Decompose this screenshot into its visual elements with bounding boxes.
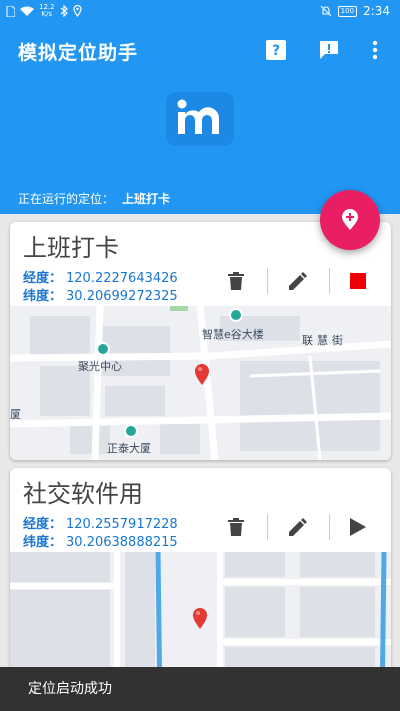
help-icon: ?	[266, 40, 286, 60]
delete-button[interactable]	[211, 266, 261, 296]
delete-button[interactable]	[211, 512, 261, 542]
latitude-label: 纬度：	[23, 535, 63, 550]
card-actions	[211, 266, 391, 296]
longitude-value: 120.2557917228	[66, 517, 178, 532]
longitude-label: 经度：	[23, 517, 63, 532]
stop-button[interactable]	[333, 266, 383, 296]
divider	[267, 268, 268, 294]
edit-button[interactable]	[273, 266, 323, 296]
running-location: 正在运行的定位： 上班打卡	[18, 190, 170, 207]
feedback-icon	[320, 41, 338, 59]
feedback-button[interactable]	[317, 38, 341, 62]
card-actions	[211, 512, 391, 542]
edit-button[interactable]	[273, 512, 323, 542]
longitude-label: 经度：	[23, 271, 63, 286]
toast-message: 定位启动成功	[0, 667, 400, 711]
divider	[329, 268, 330, 294]
latitude-row: 纬度： 30.20699272325	[23, 285, 178, 304]
latitude-value: 30.20638888215	[66, 535, 178, 550]
latitude-label: 纬度：	[23, 289, 63, 304]
map-label: 厦	[10, 408, 21, 421]
clock: 2:34	[363, 4, 390, 18]
help-button[interactable]: ?	[264, 38, 288, 62]
longitude-value: 120.2227643426	[66, 271, 178, 286]
location-pin-icon	[193, 608, 207, 629]
map-view[interactable]: 智慧e谷大楼 联慧街 聚光中心 正泰大厦 厦	[10, 306, 391, 460]
app-logo-icon	[177, 99, 219, 134]
mute-icon	[320, 5, 332, 17]
poi-marker[interactable]	[124, 424, 138, 438]
latitude-row: 纬度： 30.20638888215	[23, 531, 178, 550]
card-title: 上班打卡	[23, 234, 119, 262]
delete-icon	[228, 518, 244, 536]
longitude-row: 经度： 120.2557917228	[23, 513, 178, 532]
network-speed: 12.2 K/s	[39, 3, 55, 18]
more-vert-icon	[372, 40, 378, 60]
divider	[329, 514, 330, 540]
app-logo	[166, 92, 234, 146]
app-header: 模拟定位助手 ? 正在运行的定位： 上班打卡	[0, 24, 400, 214]
map-label: 联慧街	[302, 334, 347, 347]
running-label: 正在运行的定位：	[18, 192, 115, 206]
add-location-button[interactable]	[320, 190, 380, 250]
location-icon	[72, 5, 82, 17]
edit-icon	[289, 518, 307, 536]
bluetooth-icon	[60, 5, 68, 17]
edit-icon	[289, 272, 307, 290]
more-menu-button[interactable]	[363, 38, 387, 62]
battery-indicator: 100	[337, 5, 358, 17]
start-button[interactable]	[333, 512, 383, 542]
map-label: 聚光中心	[78, 360, 122, 373]
location-card[interactable]: 上班打卡 经度： 120.2227643426 纬度： 30.20699272325	[10, 222, 391, 460]
sim-card-icon	[6, 5, 15, 17]
app-title: 模拟定位助手	[18, 42, 139, 64]
location-pin-icon	[195, 364, 209, 385]
status-bar: 12.2 K/s 100 2:34	[0, 0, 400, 24]
wifi-icon	[20, 6, 34, 16]
svg-text:?: ?	[272, 43, 280, 59]
poi-marker[interactable]	[229, 308, 243, 322]
divider	[267, 514, 268, 540]
running-value: 上班打卡	[122, 192, 171, 206]
longitude-row: 经度： 120.2227643426	[23, 267, 178, 286]
stop-icon	[350, 273, 366, 289]
card-title: 社交软件用	[23, 480, 143, 508]
poi-marker[interactable]	[96, 342, 110, 356]
add-location-icon	[342, 209, 358, 230]
map-label: 正泰大厦	[107, 442, 151, 455]
latitude-value: 30.20699272325	[66, 289, 178, 304]
delete-icon	[228, 272, 244, 290]
play-icon	[350, 518, 366, 536]
map-label: 智慧e谷大楼	[202, 328, 264, 341]
